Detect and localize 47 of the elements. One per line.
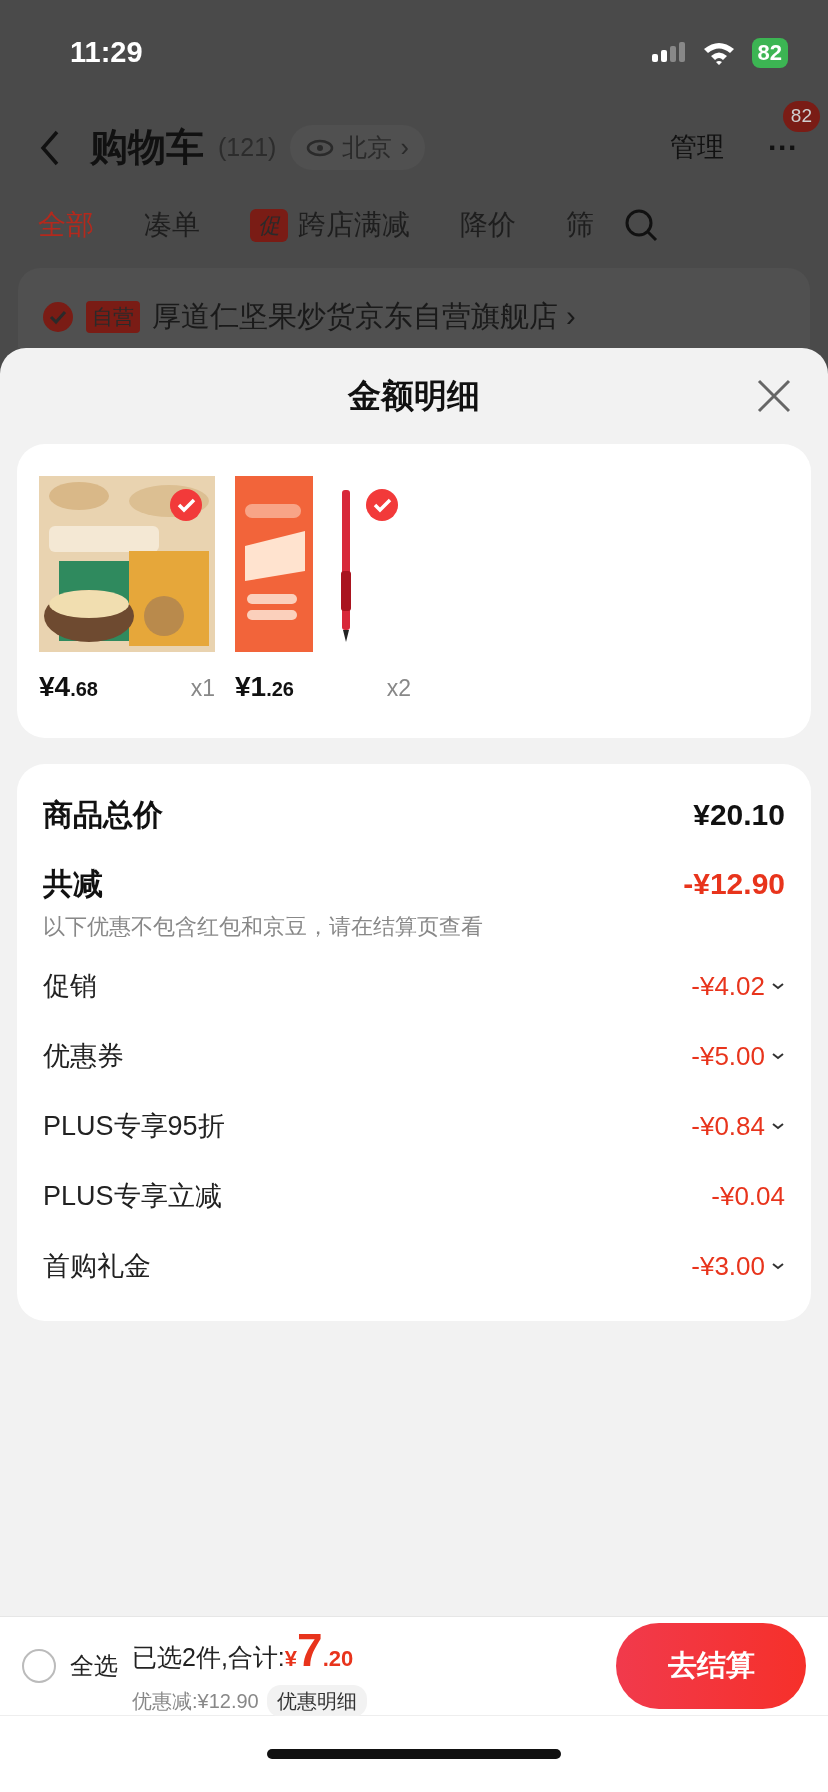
- signal-icon: [651, 41, 686, 64]
- battery-indicator: 82: [751, 37, 788, 68]
- total-price: ¥7.20: [284, 1622, 354, 1678]
- select-all-label: 全选: [70, 1651, 118, 1681]
- notification-badge: 82: [782, 101, 820, 132]
- chevron-icon[interactable]: [771, 1051, 785, 1061]
- discount-row-label: 首购礼金: [43, 1249, 151, 1283]
- discount-row-amount: -¥4.02: [691, 969, 765, 1003]
- discount-row-amount: -¥3.00: [691, 1249, 765, 1283]
- product-quantity: x1: [190, 674, 215, 703]
- checkbox[interactable]: [169, 488, 203, 522]
- manage-link[interactable]: 管理: [670, 127, 724, 168]
- promo-tag: 促: [250, 208, 288, 242]
- chevron-icon[interactable]: [771, 981, 785, 991]
- select-all-radio[interactable]: [22, 1649, 56, 1683]
- filter-tab[interactable]: 全部: [38, 204, 94, 246]
- discount-summary: 优惠减:¥12.90: [132, 1688, 259, 1714]
- discount-row-amount: -¥0.84: [691, 1109, 765, 1143]
- checkout-button[interactable]: 去结算: [616, 1623, 806, 1709]
- eye-icon: [306, 138, 335, 157]
- discount-row-amount: -¥0.04: [711, 1179, 785, 1213]
- discount-note: 以下优惠不包含红包和京豆，请在结算页查看: [43, 913, 484, 941]
- selected-summary: 已选2件,合计:: [132, 1641, 285, 1673]
- page-title: 购物车: [90, 125, 204, 170]
- status-time: 11:29: [70, 34, 143, 70]
- checkbox[interactable]: [365, 488, 399, 522]
- sheet-title: 金额明细: [348, 376, 480, 417]
- total-amount: ¥20.10: [693, 797, 785, 833]
- product-quantity: x2: [386, 674, 411, 703]
- discount-label: 共减: [43, 866, 103, 902]
- discount-detail-link[interactable]: 优惠明细: [266, 1684, 367, 1717]
- chevron-icon[interactable]: [771, 1261, 785, 1271]
- checkbox[interactable]: [42, 301, 74, 333]
- discount-amount: -¥12.90: [683, 866, 785, 902]
- discount-row-label: 促销: [43, 969, 97, 1003]
- discount-row-amount: -¥5.00: [691, 1039, 765, 1073]
- total-label: 商品总价: [43, 797, 163, 833]
- discount-row-label: PLUS专享立减: [43, 1179, 222, 1213]
- discount-row-label: 优惠券: [43, 1039, 124, 1073]
- product-price: ¥4.68: [39, 670, 98, 704]
- self-operated-tag: 自营: [86, 301, 140, 333]
- chevron-icon[interactable]: [771, 1121, 785, 1131]
- product-price: ¥1.26: [235, 670, 294, 704]
- close-button[interactable]: [756, 378, 792, 414]
- discount-row-label: PLUS专享95折: [43, 1109, 225, 1143]
- search-icon[interactable]: [624, 208, 658, 242]
- back-icon[interactable]: [40, 129, 60, 166]
